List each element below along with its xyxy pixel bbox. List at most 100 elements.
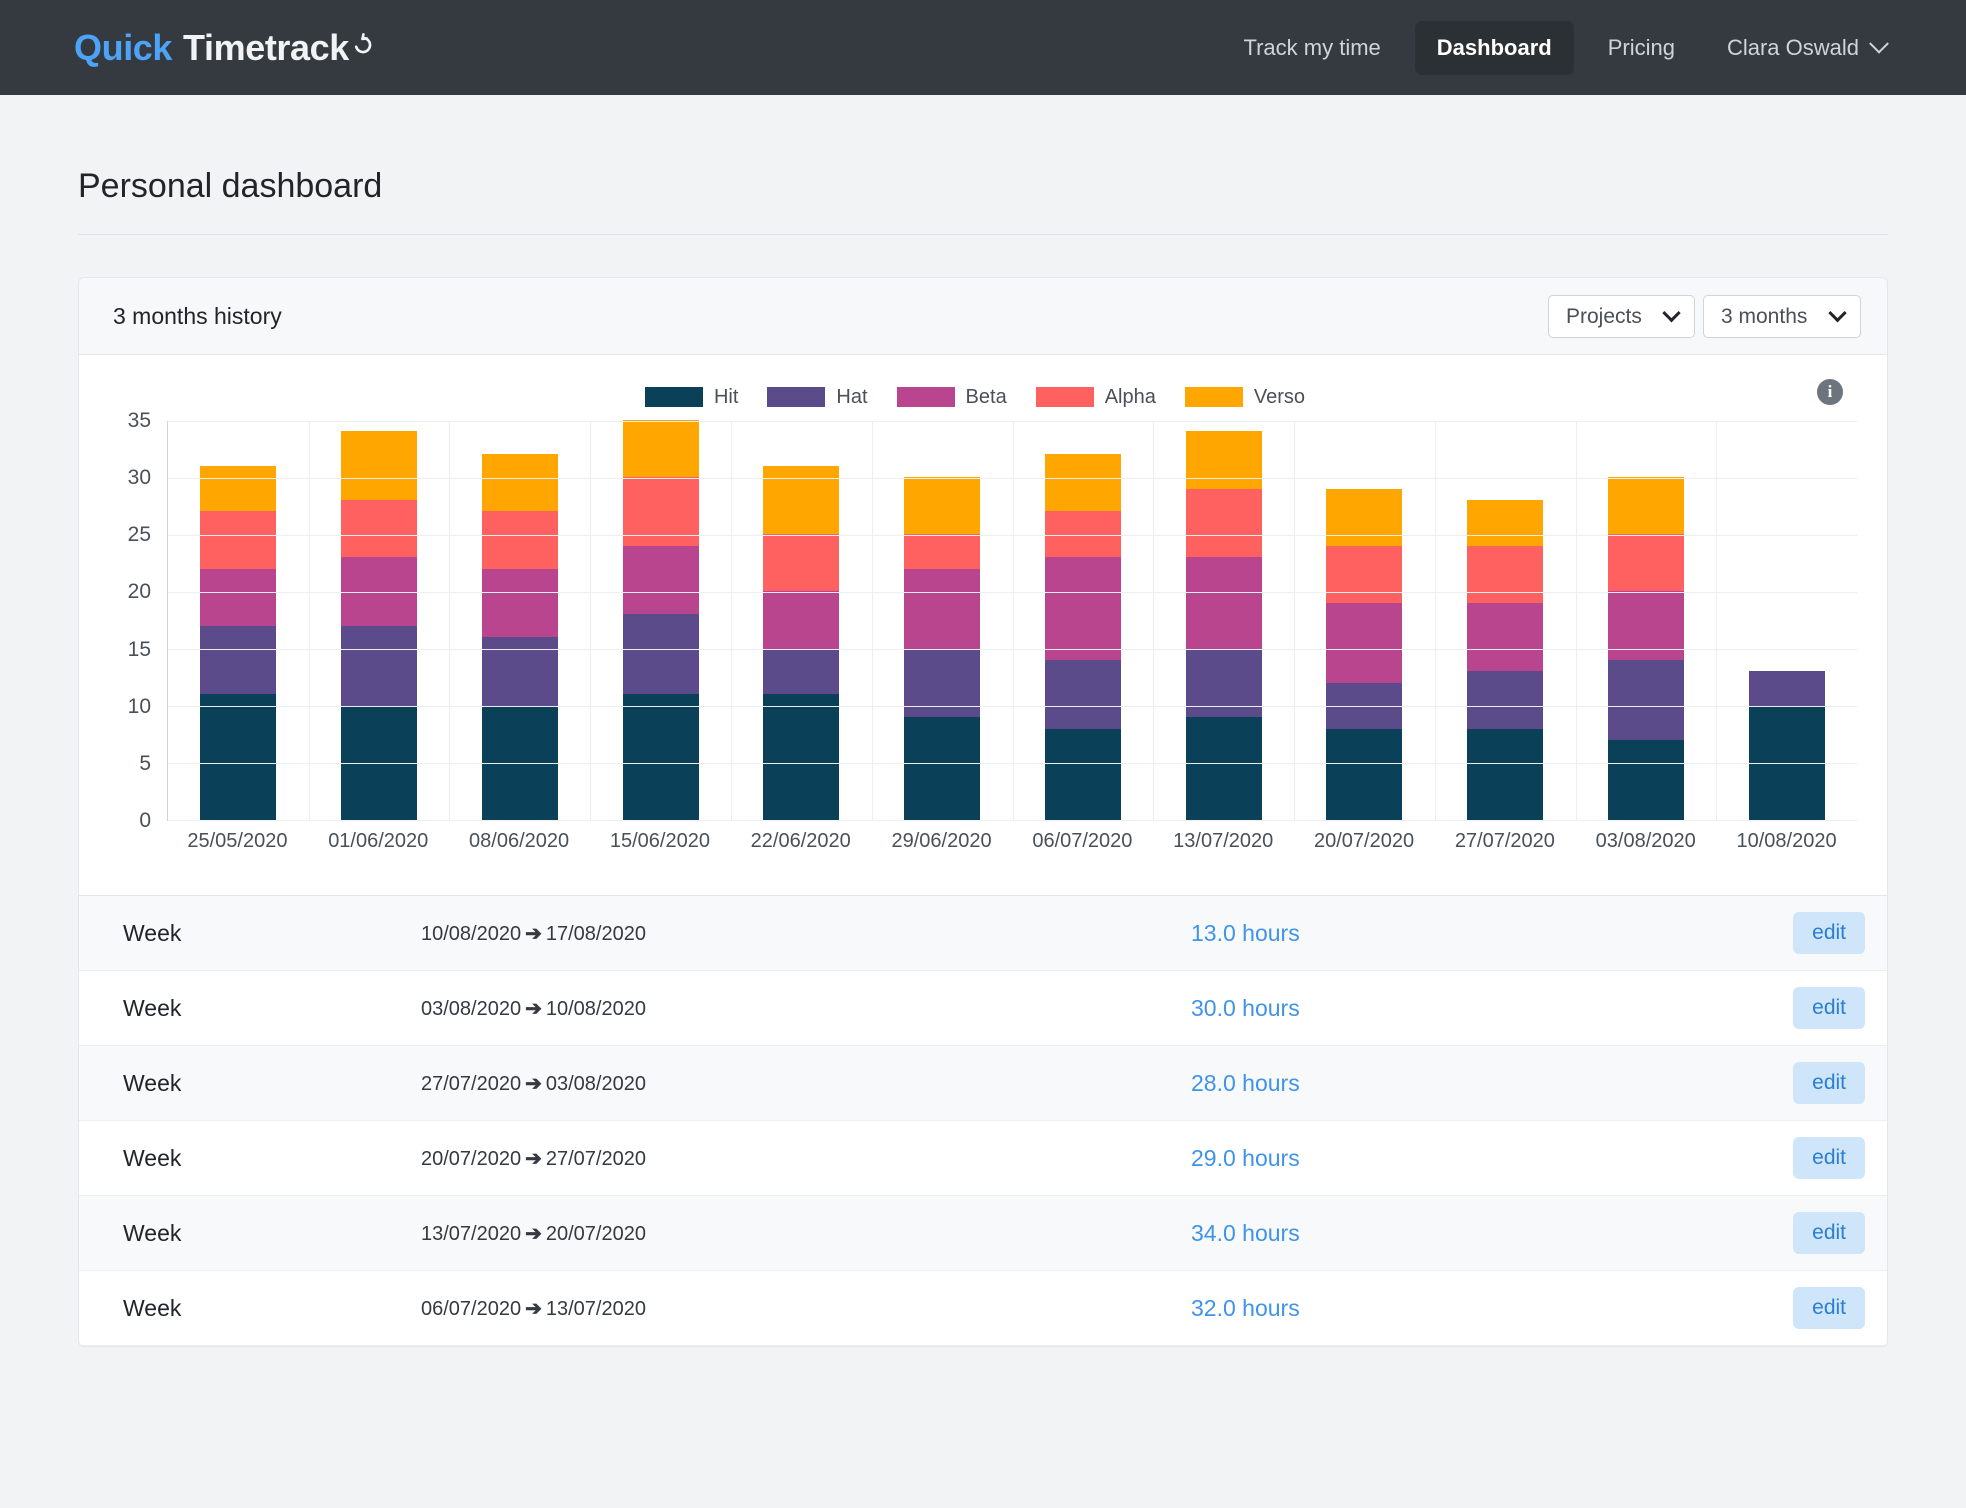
- legend-label-verso: Verso: [1253, 385, 1306, 408]
- edit-button[interactable]: edit: [1793, 1062, 1865, 1104]
- bar-segment-alpha[interactable]: [1467, 545, 1544, 603]
- arrow-right-icon: ➔: [525, 1147, 542, 1170]
- legend-item-alpha[interactable]: Alpha: [1035, 386, 1156, 409]
- bar-segment-verso[interactable]: [904, 477, 981, 535]
- bar-segment-hat[interactable]: [1467, 671, 1544, 729]
- bar-segment-alpha[interactable]: [1326, 545, 1403, 603]
- stacked-bar[interactable]: [200, 465, 277, 820]
- bar-segment-alpha[interactable]: [763, 534, 840, 592]
- nav-link-dashboard[interactable]: Dashboard: [1414, 20, 1574, 75]
- stacked-bar[interactable]: [1748, 671, 1825, 820]
- y-axis-tick: 10: [127, 694, 151, 718]
- row-hours-link[interactable]: 30.0 hours: [1191, 995, 1793, 1022]
- brand-logo[interactable]: Quick Timetrack: [74, 27, 376, 69]
- bar-segment-hit[interactable]: [1326, 728, 1403, 820]
- row-hours-link[interactable]: 32.0 hours: [1191, 1295, 1793, 1322]
- stacked-bar[interactable]: [481, 454, 558, 820]
- row-hours-link[interactable]: 34.0 hours: [1191, 1220, 1793, 1247]
- bar-segment-hat[interactable]: [1748, 671, 1825, 706]
- legend-item-hit[interactable]: Hit: [644, 386, 738, 409]
- bar-segment-alpha[interactable]: [1185, 488, 1262, 558]
- top-navbar: Quick Timetrack Track my time Dashboard …: [0, 0, 1966, 95]
- stacked-bar[interactable]: [1185, 431, 1262, 820]
- edit-button[interactable]: edit: [1793, 987, 1865, 1029]
- vertical-gridline: [871, 421, 873, 820]
- range-select[interactable]: 3 months6 months1 year: [1703, 294, 1861, 338]
- y-axis-tick: 30: [127, 466, 151, 490]
- bar-segment-beta[interactable]: [622, 545, 699, 615]
- stacked-bar[interactable]: [1467, 500, 1544, 820]
- row-end-date: 10/08/2020: [545, 997, 646, 1020]
- bar-segment-hit[interactable]: [763, 694, 840, 820]
- bar-segment-verso[interactable]: [200, 465, 277, 512]
- bar-segment-verso[interactable]: [1185, 431, 1262, 489]
- nav-link-track-my-time[interactable]: Track my time: [1221, 21, 1402, 75]
- legend-swatch-hit: [644, 387, 703, 407]
- edit-button[interactable]: edit: [1793, 1287, 1865, 1329]
- bar-segment-beta[interactable]: [763, 591, 840, 649]
- bar-segment-alpha[interactable]: [904, 534, 981, 569]
- row-end-date: 03/08/2020: [545, 1072, 646, 1095]
- bar-segment-alpha[interactable]: [200, 511, 277, 569]
- stacked-bar[interactable]: [341, 431, 418, 820]
- row-hours-link[interactable]: 29.0 hours: [1191, 1145, 1793, 1172]
- bar-segment-hit[interactable]: [904, 717, 981, 820]
- bar-segment-hit[interactable]: [1607, 740, 1684, 820]
- nav-link-pricing[interactable]: Pricing: [1586, 21, 1697, 75]
- bar-slot: [309, 421, 450, 820]
- bar-segment-hat[interactable]: [622, 614, 699, 695]
- bar-segment-hat[interactable]: [1044, 660, 1121, 729]
- legend-item-verso[interactable]: Verso: [1184, 385, 1306, 409]
- stacked-bar[interactable]: [763, 465, 840, 820]
- bar-segment-beta[interactable]: [1185, 557, 1262, 649]
- arrow-right-icon: ➔: [525, 922, 542, 945]
- edit-button[interactable]: edit: [1793, 1212, 1865, 1254]
- bar-segment-beta[interactable]: [481, 568, 558, 638]
- range-select-wrapper: 3 months6 months1 year: [1703, 294, 1861, 338]
- bar-segment-hat[interactable]: [341, 625, 418, 706]
- bar-segment-beta[interactable]: [1467, 602, 1544, 672]
- row-hours-link[interactable]: 13.0 hours: [1191, 920, 1793, 947]
- bar-segment-hat[interactable]: [200, 625, 277, 695]
- bar-segment-hit[interactable]: [622, 694, 699, 820]
- user-menu[interactable]: Clara Oswald: [1697, 21, 1904, 75]
- bar-segment-alpha[interactable]: [341, 500, 418, 558]
- bar-segment-alpha[interactable]: [1607, 534, 1684, 592]
- legend-item-beta[interactable]: Beta: [896, 386, 1007, 409]
- bar-segment-hit[interactable]: [200, 694, 277, 820]
- stacked-bar[interactable]: [1044, 454, 1121, 820]
- bar-segment-verso[interactable]: [1607, 477, 1684, 535]
- bar-segment-hit[interactable]: [1185, 717, 1262, 820]
- row-hours-link[interactable]: 28.0 hours: [1191, 1070, 1793, 1097]
- bar-segment-verso[interactable]: [622, 420, 699, 478]
- bar-segment-hit[interactable]: [1467, 728, 1544, 820]
- legend-item-hat[interactable]: Hat: [767, 386, 868, 409]
- bar-segment-verso[interactable]: [341, 431, 418, 501]
- bar-segment-hat[interactable]: [481, 637, 558, 706]
- bar-segment-beta[interactable]: [1326, 602, 1403, 683]
- bar-segment-beta[interactable]: [904, 568, 981, 649]
- bar-segment-verso[interactable]: [1326, 488, 1403, 546]
- row-start-date: 13/07/2020: [421, 1222, 522, 1245]
- edit-button[interactable]: edit: [1793, 1137, 1865, 1179]
- info-circle-icon[interactable]: i: [1817, 379, 1843, 405]
- bar-segment-hit[interactable]: [1044, 728, 1121, 820]
- bar-segment-verso[interactable]: [481, 454, 558, 512]
- bar-segment-beta[interactable]: [1044, 557, 1121, 661]
- group-by-select[interactable]: ProjectsTasksClients: [1548, 294, 1695, 338]
- card-header-controls: ProjectsTasksClients 3 months6 months1 y…: [1548, 294, 1861, 338]
- bar-segment-verso[interactable]: [1467, 500, 1544, 546]
- bar-segment-verso[interactable]: [1044, 454, 1121, 512]
- arrow-right-icon: ➔: [525, 1222, 542, 1245]
- bar-segment-hat[interactable]: [763, 648, 840, 695]
- edit-button[interactable]: edit: [1793, 912, 1865, 954]
- row-start-date: 06/07/2020: [421, 1297, 522, 1320]
- bar-segment-verso[interactable]: [763, 465, 840, 535]
- stacked-bar[interactable]: [1326, 488, 1403, 820]
- row-period-label: Week: [123, 919, 182, 946]
- bar-segment-beta[interactable]: [200, 568, 277, 626]
- stacked-bar[interactable]: [622, 420, 699, 820]
- bar-segment-hat[interactable]: [1607, 660, 1684, 740]
- bar-slot: [1013, 421, 1154, 820]
- bar-segment-alpha[interactable]: [481, 511, 558, 569]
